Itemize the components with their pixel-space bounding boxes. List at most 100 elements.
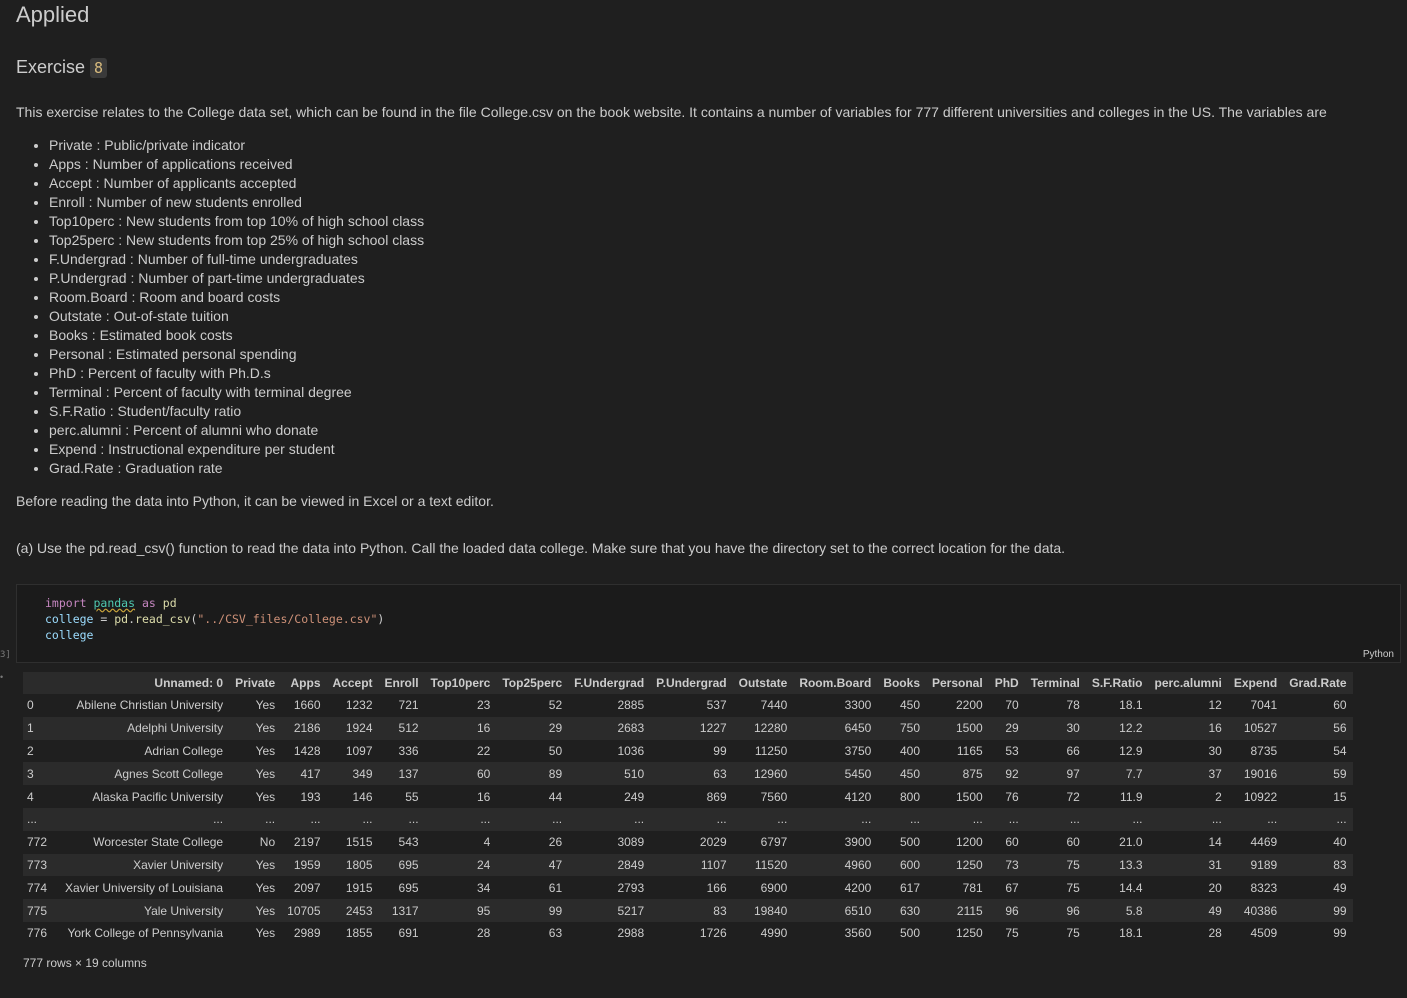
table-cell: 5.8 [1125,903,1143,918]
table-cell: 193 [300,789,321,804]
table-cell: 7560 [760,789,788,804]
table-cell: ... [1336,812,1347,827]
table-cell: 8735 [1250,743,1278,758]
column-header: P.Undergrad [656,676,727,690]
table-cell: 37 [1208,766,1222,781]
table-cell: 18.1 [1119,926,1143,941]
table-cell: 83 [1333,857,1347,872]
table-cell: 500 [899,835,920,850]
table-row: 1 Adelphi University Yes 2186 1924 512 16 29 268… [23,716,1353,740]
table-cell: 7041 [1250,698,1278,713]
row-index: 775 [27,903,48,918]
table-cell: ... [480,812,491,827]
table-cell: 53 [1005,743,1019,758]
table-cell: 695 [398,857,419,872]
table-cell: ... [1132,812,1143,827]
table-cell: 3900 [844,835,872,850]
table-cell: 15 [1333,789,1347,804]
table-cell: 1107 [700,857,727,872]
code-line-1: import pandas as pd [45,596,177,610]
table-cell: 63 [713,766,727,781]
code-cell[interactable]: import pandas as pd college = pd.read_cs… [16,584,1401,663]
table-cell: Yes [255,743,276,758]
variable-item: Terminal : Percent of faculty with termi… [49,383,424,402]
table-cell: 24 [476,857,491,872]
table-cell: Yes [255,926,276,941]
table-cell: 5217 [617,903,645,918]
exercise-heading: Exercise 8 [16,57,108,78]
table-cell: 60 [476,766,491,781]
table-cell: 4509 [1250,926,1278,941]
table-cell: 869 [706,789,727,804]
table-cell: 22 [476,743,491,758]
table-cell: 1915 [345,880,373,895]
table-cell: 23 [476,698,491,713]
table-cell: 95 [476,903,491,918]
variable-item: Top25perc : New students from top 25% of… [49,231,424,250]
code-editor[interactable]: import pandas as pd college = pd.read_cs… [45,595,384,643]
table-cell: 2849 [617,857,645,872]
table-cell: 44 [548,789,563,804]
table-cell: 31 [1208,857,1222,872]
table-cell: 18.1 [1119,698,1143,713]
column-header: Private [235,676,276,690]
table-cell: 99 [548,903,563,918]
table-cell: Yes [255,903,276,918]
table-cell: 137 [398,766,419,781]
row-index: 772 [27,835,48,850]
table-cell: Worcester State College [93,835,224,850]
table-cell: 1959 [293,857,321,872]
table-cell: 630 [899,903,920,918]
table-cell: 2793 [617,880,645,895]
table-cell: 617 [899,880,920,895]
table-cell: 10705 [287,903,321,918]
table-cell: 49 [1208,903,1222,918]
column-header: Terminal [1030,676,1080,690]
table-cell: ... [408,812,419,827]
table-cell: 2115 [956,903,983,918]
table-cell: 11250 [754,743,788,758]
table-cell: 29 [1005,721,1019,736]
table-cell: 417 [300,766,321,781]
table-cell: 3089 [617,835,645,850]
column-header: perc.alumni [1154,676,1222,690]
column-header: Unnamed: 0 [154,676,224,690]
table-cell: 59 [1333,766,1347,781]
table-cell: 63 [548,926,563,941]
column-header: Enroll [384,676,419,690]
variable-item: Grad.Rate : Graduation rate [49,459,424,478]
table-cell: 5450 [844,766,872,781]
table-cell: ... [552,812,563,827]
table-cell: 52 [548,698,563,713]
table-cell: 19840 [753,903,788,918]
table-cell: Alaska Pacific University [92,789,224,804]
table-row: ........................................… [23,807,1353,831]
table-cell: 3750 [844,743,872,758]
table-cell: 691 [398,926,419,941]
variable-item: Room.Board : Room and board costs [49,288,424,307]
table-row: 0 Abilene Christian University Yes 1660 1232… [23,694,1353,717]
variables-list: Private : Public/private indicatorApps :… [16,136,424,478]
table-cell: 2197 [293,835,321,850]
language-label[interactable]: Python [1363,649,1394,660]
table-cell: Yes [255,698,276,713]
table-cell: 19016 [1243,766,1278,781]
table-cell: 2683 [617,721,645,736]
table-row: 773 Xavier University Yes 1959 1805 695 24 47 28… [23,853,1353,877]
table-cell: 2 [1215,789,1222,804]
variable-item: P.Undergrad : Number of part-time underg… [49,269,424,288]
table-cell: Yes [255,880,276,895]
table-cell: 54 [1333,743,1347,758]
table-cell: 28 [476,926,491,941]
table-cell: 16 [476,721,491,736]
table-cell: 34 [476,880,491,895]
section-heading-applied: Applied [16,2,90,27]
table-cell: 2200 [956,698,983,713]
table-cell: 2097 [293,880,321,895]
table-cell: 1317 [391,903,419,918]
table-cell: 450 [899,766,920,781]
table-cell: ... [777,812,788,827]
dataframe-output: Unnamed: 0 Private Apps Accept Enroll Top10pe… [23,672,1353,945]
table-cell: 60 [1066,835,1080,850]
table-cell: 78 [1066,698,1080,713]
